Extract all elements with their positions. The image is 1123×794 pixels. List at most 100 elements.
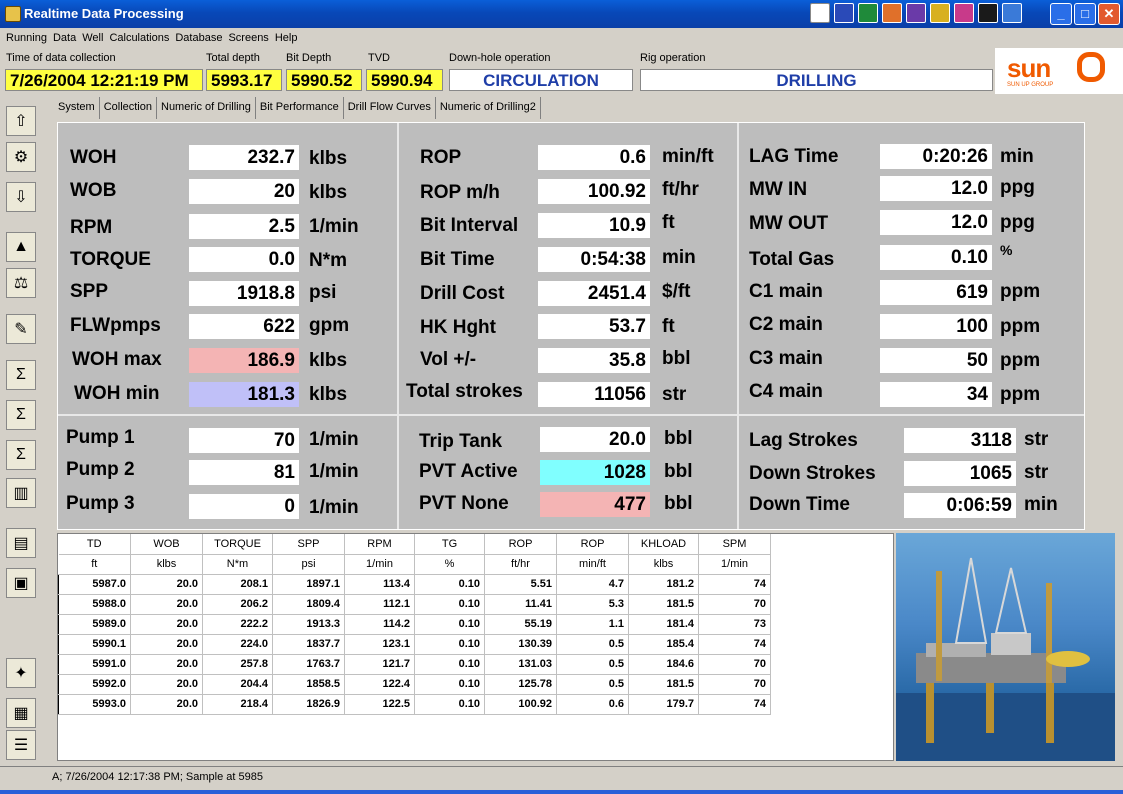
tab-system[interactable]: System bbox=[54, 97, 100, 119]
mw-out-label: MW OUT bbox=[749, 213, 829, 234]
down-strokes-label: Down Strokes bbox=[749, 463, 876, 484]
pump-1-unit: 1/min bbox=[309, 429, 359, 450]
woh-value: 232.7 bbox=[189, 145, 299, 170]
minimize-button[interactable]: _ bbox=[1050, 3, 1072, 25]
table-cell: 130.39 bbox=[484, 634, 557, 655]
table-row[interactable]: 5987.0 20.0 208.1 1897.1 113.4 0.10 5.51 4.7 181… bbox=[58, 574, 771, 595]
table-row[interactable]: 5988.0 20.0 206.2 1809.4 112.1 0.10 11.41 5.3 18… bbox=[58, 594, 771, 615]
table-row[interactable]: 5989.0 20.0 222.2 1913.3 114.2 0.10 55.19 1.1 18… bbox=[58, 614, 771, 635]
pump-1-value: 70 bbox=[189, 428, 299, 453]
excel-icon[interactable] bbox=[858, 3, 878, 23]
rig-zero-icon[interactable]: ⚙ bbox=[6, 142, 36, 172]
strokes-sum-icon[interactable]: Σ bbox=[6, 400, 36, 430]
column-header[interactable]: TG bbox=[414, 534, 485, 555]
word-icon[interactable] bbox=[834, 3, 854, 23]
c3-main-value: 50 bbox=[880, 348, 992, 373]
menu-database[interactable]: Database bbox=[172, 32, 225, 44]
table-cell: 181.4 bbox=[628, 614, 699, 635]
table-cell: 20.0 bbox=[130, 634, 203, 655]
rop-value: 0.6 bbox=[538, 145, 650, 170]
column-header[interactable]: SPP bbox=[272, 534, 345, 555]
menu-screens[interactable]: Screens bbox=[225, 32, 271, 44]
rop-label: ROP bbox=[420, 147, 462, 168]
drill-chart-icon[interactable]: ▲ bbox=[6, 232, 36, 262]
report-icon[interactable]: ✎ bbox=[6, 314, 36, 344]
access-icon[interactable] bbox=[906, 3, 926, 23]
menu-running[interactable]: Running bbox=[3, 32, 50, 44]
maximize-button[interactable]: □ bbox=[1074, 3, 1096, 25]
tank-sum-icon[interactable]: Σ bbox=[6, 360, 36, 390]
flag-icon[interactable] bbox=[810, 3, 830, 23]
settings-icon[interactable] bbox=[1002, 3, 1022, 23]
pvt-active-label: PVT Active bbox=[419, 461, 518, 482]
menu-well[interactable]: Well bbox=[79, 32, 106, 44]
powerpoint-icon[interactable] bbox=[882, 3, 902, 23]
balance-icon[interactable]: ⚖ bbox=[6, 268, 36, 298]
monitor-icon[interactable] bbox=[978, 3, 998, 23]
tab-numeric-of-drilling2[interactable]: Numeric of Drilling2 bbox=[436, 97, 541, 119]
column-header[interactable]: ROP bbox=[556, 534, 629, 555]
lag-strokes-value: 3118 bbox=[904, 428, 1016, 453]
table-cell: 11.41 bbox=[484, 594, 557, 615]
rig-up-icon[interactable]: ⇧ bbox=[6, 106, 36, 136]
menu-calculations[interactable]: Calculations bbox=[106, 32, 172, 44]
flwpmps-label: FLWpmps bbox=[70, 315, 161, 336]
table-cell: 114.2 bbox=[344, 614, 415, 635]
header-row: TD WOB TORQUE SPP RPM TG ROP ROP KHLOAD … bbox=[58, 534, 771, 555]
close-button[interactable]: ✕ bbox=[1098, 3, 1120, 25]
table-cell: 0.6 bbox=[556, 694, 629, 715]
table-cell: 4.7 bbox=[556, 574, 629, 595]
tab-bit-performance[interactable]: Bit Performance bbox=[256, 97, 344, 119]
tab-drill-flow-curves[interactable]: Drill Flow Curves bbox=[344, 97, 436, 119]
pump-3-value: 0 bbox=[189, 494, 299, 519]
pumping-icon[interactable]: ▥ bbox=[6, 478, 36, 508]
status-separator bbox=[0, 766, 1123, 767]
computer-icon[interactable]: ▣ bbox=[6, 568, 36, 598]
wob-label: WOB bbox=[70, 180, 117, 201]
film-icon[interactable]: ☰ bbox=[6, 730, 36, 760]
data-table-area: TD WOB TORQUE SPP RPM TG ROP ROP KHLOAD … bbox=[57, 533, 894, 761]
table-body: 5987.0 20.0 208.1 1897.1 113.4 0.10 5.51 4.7 181… bbox=[58, 574, 771, 715]
column-header[interactable]: TORQUE bbox=[202, 534, 273, 555]
column-header[interactable]: TD bbox=[58, 534, 131, 555]
woh-min-unit: klbs bbox=[309, 384, 348, 405]
table-cell: 179.7 bbox=[628, 694, 699, 715]
table-row[interactable]: 5990.1 20.0 224.0 1837.7 123.1 0.10 130.39 0.5 1… bbox=[58, 634, 771, 655]
drilling-data-table: TD WOB TORQUE SPP RPM TG ROP ROP KHLOAD … bbox=[58, 534, 771, 715]
database-icon[interactable]: ▤ bbox=[6, 528, 36, 558]
tab-collection[interactable]: Collection bbox=[100, 97, 157, 119]
table-cell: 222.2 bbox=[202, 614, 273, 635]
publisher-icon[interactable] bbox=[954, 3, 974, 23]
outlook-icon[interactable] bbox=[930, 3, 950, 23]
hk-hght-unit: ft bbox=[662, 316, 675, 337]
column-header[interactable]: KHLOAD bbox=[628, 534, 699, 555]
table-row[interactable]: 5991.0 20.0 257.8 1763.7 121.7 0.10 131.03 0.5 1… bbox=[58, 654, 771, 675]
column-header[interactable]: WOB bbox=[130, 534, 203, 555]
rig-down-icon[interactable]: ⇩ bbox=[6, 182, 36, 212]
pvt-none-label: PVT None bbox=[419, 493, 509, 514]
table-cell: 55.19 bbox=[484, 614, 557, 635]
table-cell: 1809.4 bbox=[272, 594, 345, 615]
table-cell: 181.2 bbox=[628, 574, 699, 595]
tools-icon[interactable]: ✦ bbox=[6, 658, 36, 688]
bit-depth-label: Bit Depth bbox=[286, 52, 332, 64]
column-header[interactable]: RPM bbox=[344, 534, 415, 555]
c4-main-value: 34 bbox=[880, 382, 992, 407]
map-icon[interactable]: ▦ bbox=[6, 698, 36, 728]
menu-data[interactable]: Data bbox=[50, 32, 79, 44]
rpm-sum-icon[interactable]: Σ bbox=[6, 440, 36, 470]
table-row[interactable]: 5993.0 20.0 218.4 1826.9 122.5 0.10 100.92 0.6 1… bbox=[58, 694, 771, 715]
table-cell: 0.10 bbox=[414, 694, 485, 715]
logo-text: sun bbox=[1007, 53, 1051, 83]
column-header[interactable]: ROP bbox=[484, 534, 557, 555]
menu-help[interactable]: Help bbox=[272, 32, 301, 44]
pump-1-label: Pump 1 bbox=[66, 427, 135, 448]
tab-numeric-of-drilling[interactable]: Numeric of Drilling bbox=[157, 97, 256, 119]
total-strokes-unit: str bbox=[662, 384, 687, 405]
taskbar bbox=[0, 790, 1123, 794]
table-cell: 20.0 bbox=[130, 574, 203, 595]
bit-interval-value: 10.9 bbox=[538, 213, 650, 238]
table-cell: 1763.7 bbox=[272, 654, 345, 675]
table-row[interactable]: 5992.0 20.0 204.4 1858.5 122.4 0.10 125.78 0.5 1… bbox=[58, 674, 771, 695]
column-header[interactable]: SPM bbox=[698, 534, 771, 555]
